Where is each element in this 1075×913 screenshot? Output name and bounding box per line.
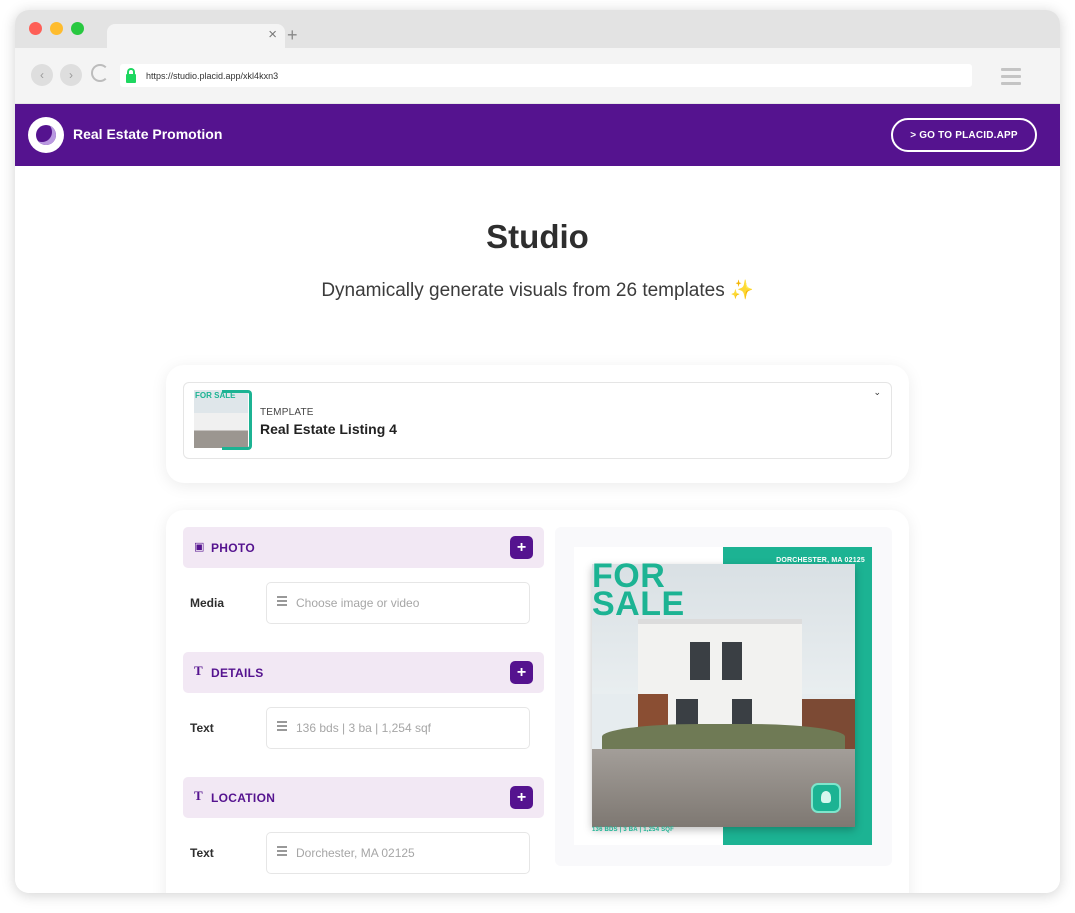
field-label: Text xyxy=(190,721,214,735)
page-subtitle: Dynamically generate visuals from 26 tem… xyxy=(15,278,1060,302)
template-label: TEMPLATE xyxy=(260,407,314,418)
subtitle-text: Dynamically generate visuals from 26 tem… xyxy=(321,280,725,301)
template-thumbnail: FOR SALE xyxy=(194,390,252,450)
lines-icon xyxy=(277,721,287,733)
add-location-button[interactable]: + xyxy=(510,786,533,809)
back-icon[interactable]: ‹ xyxy=(31,64,53,86)
maximize-window-button[interactable] xyxy=(71,22,84,35)
details-input[interactable] xyxy=(296,718,521,738)
browser-window: × + ‹ › https://studio.placid.app/xkl4kx… xyxy=(15,10,1060,893)
hamburger-menu-icon[interactable] xyxy=(1001,68,1021,89)
app-header: Real Estate Promotion > GO TO PLACID.APP xyxy=(15,104,1060,166)
field-label: Media xyxy=(190,596,225,610)
section-title: DETAILS xyxy=(211,666,264,680)
new-tab-icon[interactable]: + xyxy=(287,26,298,44)
template-card: FOR SALE TEMPLATE Real Estate Listing 4 … xyxy=(166,365,909,483)
go-to-placid-button[interactable]: > GO TO PLACID.APP xyxy=(891,118,1037,152)
add-details-button[interactable]: + xyxy=(510,661,533,684)
section-details[interactable]: T DETAILS + xyxy=(183,652,544,693)
minimize-window-button[interactable] xyxy=(50,22,63,35)
image-icon: ▣ xyxy=(194,541,205,553)
page-title: Studio xyxy=(486,218,589,255)
location-text-field[interactable] xyxy=(266,832,530,874)
details-text-field[interactable] xyxy=(266,707,530,749)
browser-toolbar: ‹ › https://studio.placid.app/xkl4kxn3 xyxy=(15,48,1060,104)
editor-card: ▣ PHOTO + Media T DETAILS + Text xyxy=(166,510,909,893)
preview-details: 136 BDS | 3 BA | 1,254 SQF xyxy=(592,827,675,833)
lock-icon xyxy=(126,67,136,83)
add-photo-button[interactable]: + xyxy=(510,536,533,559)
tab-bar: × + xyxy=(15,10,1060,48)
reload-icon[interactable] xyxy=(91,64,109,82)
preview-location: DORCHESTER, MA 02125 xyxy=(776,557,865,564)
text-icon: T xyxy=(194,663,203,678)
sparkle-icon: ✨ xyxy=(730,280,754,301)
url-text: https://studio.placid.app/xkl4kxn3 xyxy=(146,70,279,81)
address-bar[interactable]: https://studio.placid.app/xkl4kxn3 xyxy=(120,64,972,87)
preview-logo-icon xyxy=(811,783,841,813)
media-input[interactable] xyxy=(296,593,521,613)
field-label: Text xyxy=(190,846,214,860)
lines-icon xyxy=(277,596,287,608)
section-title: PHOTO xyxy=(211,541,255,555)
tab-close-icon[interactable]: × xyxy=(268,27,277,43)
lines-icon xyxy=(277,846,287,858)
browser-tab[interactable]: × xyxy=(107,24,285,48)
chevron-down-icon[interactable]: ⌄ xyxy=(873,387,881,398)
placid-logo-icon xyxy=(28,117,64,153)
window-controls xyxy=(29,22,84,35)
section-photo[interactable]: ▣ PHOTO + xyxy=(183,527,544,568)
template-select[interactable]: FOR SALE TEMPLATE Real Estate Listing 4 … xyxy=(183,382,892,459)
section-title: LOCATION xyxy=(211,791,276,805)
text-icon: T xyxy=(194,788,203,803)
forward-icon[interactable]: › xyxy=(60,64,82,86)
template-name: Real Estate Listing 4 xyxy=(260,421,397,437)
preview-panel: DORCHESTER, MA 02125 FOR SALE 136 BDS | … xyxy=(555,527,892,866)
close-window-button[interactable] xyxy=(29,22,42,35)
main-content: Studio Dynamically generate visuals from… xyxy=(15,166,1060,893)
app-title: Real Estate Promotion xyxy=(73,126,223,142)
preview-headline: FOR SALE xyxy=(592,557,685,623)
section-location[interactable]: T LOCATION + xyxy=(183,777,544,818)
thumbnail-headline: FOR SALE xyxy=(195,391,236,400)
media-field[interactable] xyxy=(266,582,530,624)
location-input[interactable] xyxy=(296,843,521,863)
